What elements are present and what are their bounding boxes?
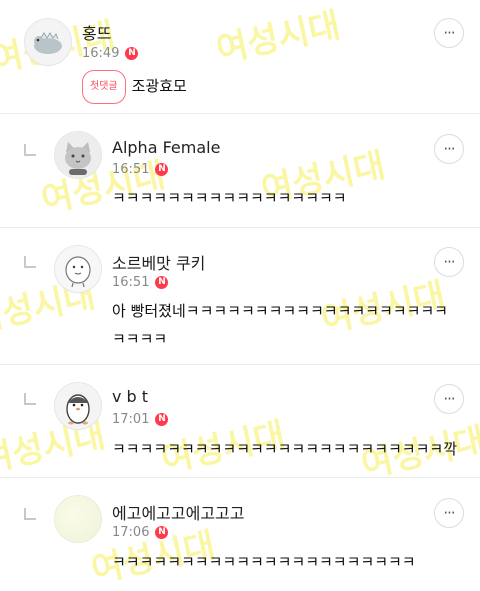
comment-body: 조광효모 xyxy=(131,77,187,95)
comment-meta: 17:01 N xyxy=(112,412,169,427)
reply-item: 에고에고고에고고고 17:06 N ㅋㅋㅋㅋㅋㅋㅋㅋㅋㅋㅋㅋㅋㅋㅋㅋㅋㅋㅋㅋㅋㅋ… xyxy=(0,478,480,589)
more-options-button[interactable]: ··· xyxy=(434,18,464,48)
first-comment-badge: 첫댓글 xyxy=(82,70,126,104)
new-badge-icon: N xyxy=(155,163,169,176)
nickname[interactable]: 에고에고고에고고고 xyxy=(112,500,244,524)
timestamp: 16:51 xyxy=(112,275,150,290)
reply-indicator-icon xyxy=(24,144,36,156)
comment-meta: 16:51 N xyxy=(112,275,169,290)
more-options-button[interactable]: ··· xyxy=(434,134,464,164)
more-options-button[interactable]: ··· xyxy=(434,247,464,277)
nickname[interactable]: Alpha Female xyxy=(112,138,220,157)
timestamp: 16:49 xyxy=(82,46,120,61)
avatar[interactable] xyxy=(54,495,102,543)
reply-indicator-icon xyxy=(24,256,36,268)
new-badge-icon: N xyxy=(125,47,139,60)
more-options-button[interactable]: ··· xyxy=(434,384,464,414)
comment-meta: 17:06 N xyxy=(112,525,169,540)
penguin-icon xyxy=(55,383,101,429)
comment-text: ㅋㅋㅋㅋㅋㅋㅋㅋㅋㅋㅋㅋㅋㅋㅋㅋㅋ xyxy=(112,189,347,207)
timestamp: 17:01 xyxy=(112,412,150,427)
reply-indicator-icon xyxy=(24,508,36,520)
comment-text: ㅋㅋㅋㅋㅋㅋㅋㅋㅋㅋㅋㅋㅋㅋㅋㅋㅋㅋㅋㅋㅋㅋ xyxy=(112,553,416,571)
avatar[interactable] xyxy=(24,18,72,66)
reply-indicator-icon xyxy=(24,393,36,405)
avatar[interactable] xyxy=(54,382,102,430)
comment-text: ㅋㅋㅋㅋㅋㅋㅋㅋㅋㅋㅋㅋㅋㅋㅋㅋㅋㅋㅋㅋㅋㅋㅋㅋ깍 xyxy=(112,440,458,458)
comment-text: 첫댓글 조광효모 xyxy=(82,70,187,104)
comment-item: 홍뜨 16:49 N 첫댓글 조광효모 ··· xyxy=(0,0,480,113)
new-badge-icon: N xyxy=(155,276,169,289)
new-badge-icon: N xyxy=(155,526,169,539)
blank-avatar-icon xyxy=(55,496,101,542)
comment-meta: 16:49 N xyxy=(82,46,139,61)
reply-item: v b t 17:01 N ㅋㅋㅋㅋㅋㅋㅋㅋㅋㅋㅋㅋㅋㅋㅋㅋㅋㅋㅋㅋㅋㅋㅋㅋ깍 … xyxy=(0,365,480,477)
cat-icon xyxy=(55,132,101,178)
nickname[interactable]: 소르베맛 쿠키 xyxy=(112,250,205,274)
comment-meta: 16:51 N xyxy=(112,162,169,177)
new-badge-icon: N xyxy=(155,413,169,426)
avatar[interactable] xyxy=(54,131,102,179)
comment-text: 아 빵터졌네ㅋㅋㅋㅋㅋㅋㅋㅋㅋㅋㅋㅋㅋㅋㅋㅋㅋㅋㅋㅋㅋㅋㅋ xyxy=(112,302,448,348)
timestamp: 17:06 xyxy=(112,525,150,540)
bean-character-icon xyxy=(55,246,101,292)
reply-item: 소르베맛 쿠키 16:51 N 아 빵터졌네ㅋㅋㅋㅋㅋㅋㅋㅋㅋㅋㅋㅋㅋㅋㅋㅋㅋㅋ… xyxy=(0,228,480,364)
dinosaur-icon xyxy=(34,32,62,54)
nickname[interactable]: v b t xyxy=(112,387,148,406)
timestamp: 16:51 xyxy=(112,162,150,177)
reply-item: Alpha Female 16:51 N ㅋㅋㅋㅋㅋㅋㅋㅋㅋㅋㅋㅋㅋㅋㅋㅋㅋ ·… xyxy=(0,114,480,226)
nickname[interactable]: 홍뜨 xyxy=(82,20,111,44)
more-options-button[interactable]: ··· xyxy=(434,498,464,528)
avatar[interactable] xyxy=(54,245,102,293)
